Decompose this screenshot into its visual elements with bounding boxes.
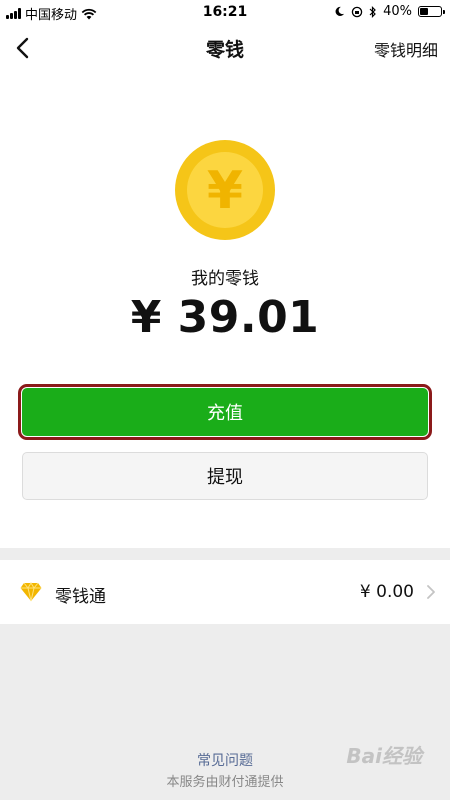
nav-bar: 零钱 零钱明细 bbox=[0, 26, 450, 70]
balance-amount: ¥ 39.01 bbox=[130, 292, 320, 343]
moon-icon bbox=[335, 6, 345, 17]
lingqiantong-row[interactable]: 零钱通 ¥ 0.00 bbox=[0, 560, 450, 624]
battery-fill bbox=[420, 8, 428, 15]
lingqiantong-value: ¥ 0.00 bbox=[359, 582, 414, 602]
provider-note: 本服务由财付通提供 bbox=[166, 775, 284, 790]
battery-percent: 40% bbox=[383, 4, 412, 19]
watermark: Bai经验 bbox=[346, 744, 422, 768]
status-bar: 中国移动 16:21 40% bbox=[0, 0, 450, 26]
recharge-button[interactable]: 充值 bbox=[18, 384, 432, 440]
wallet-card: ¥ 我的零钱 ¥ 39.01 充值 提现 bbox=[0, 70, 450, 548]
change-detail-link[interactable]: 零钱明细 bbox=[374, 37, 438, 61]
balance-label: 我的零钱 bbox=[191, 269, 259, 289]
chevron-right-icon bbox=[427, 585, 435, 599]
lingqiantong-label: 零钱通 bbox=[55, 587, 106, 607]
coin-symbol: ¥ bbox=[207, 161, 243, 221]
bluetooth-icon bbox=[369, 5, 376, 18]
battery-icon bbox=[418, 6, 445, 17]
diamond-icon bbox=[20, 582, 42, 602]
withdraw-button[interactable]: 提现 bbox=[22, 452, 428, 500]
status-right: 40% bbox=[334, 4, 445, 19]
coin-icon: ¥ bbox=[175, 140, 275, 240]
orientation-lock-icon bbox=[351, 6, 363, 17]
